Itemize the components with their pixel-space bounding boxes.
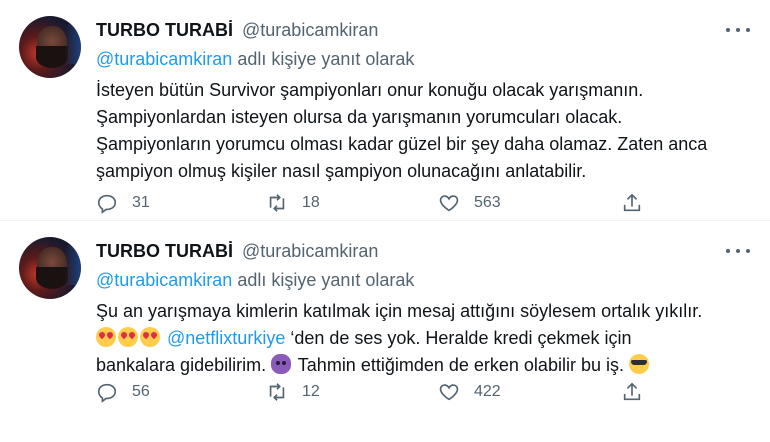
user-handle[interactable]: @turabicamkiran	[242, 20, 378, 40]
retweet-count: 12	[302, 383, 320, 400]
tweet-text-line: @netflixturkiye ‘den de ses yok. Heralde…	[96, 325, 756, 352]
more-dot	[726, 28, 730, 32]
more-dot	[736, 249, 740, 253]
replying-to: @turabicamkiran adlı kişiye yanıt olarak	[96, 47, 414, 71]
tweet-header: TURBO TURABİ @turabicamkiran	[96, 18, 378, 42]
retweet-button[interactable]: 12	[266, 381, 320, 403]
tweet-text-fragment: Tahmin ettiğimden de erken olabilir bu i…	[297, 355, 624, 375]
tweet-text-line: şampiyon olmuş kişiler nasıl şampiyon ol…	[96, 161, 587, 181]
tweet-text-line: İsteyen bütün Survivor şampiyonları onur…	[96, 80, 644, 100]
display-name[interactable]: TURBO TURABİ	[96, 241, 233, 261]
reply-count: 56	[132, 383, 150, 400]
reply-suffix: adlı kişiye yanıt olarak	[237, 270, 415, 290]
tweet-header: TURBO TURABİ @turabicamkiran	[96, 239, 378, 263]
more-dot	[746, 249, 750, 253]
reply-handle-link[interactable]: @turabicamkiran	[96, 49, 232, 69]
tweet-text-line: Şu an yarışmaya kimlerin katılmak için m…	[96, 301, 703, 321]
more-dot	[736, 28, 740, 32]
share-button[interactable]	[621, 192, 643, 214]
replying-to: @turabicamkiran adlı kişiye yanıt olarak	[96, 268, 414, 292]
share-icon	[623, 193, 641, 212]
like-button[interactable]: 422	[438, 381, 501, 403]
share-button[interactable]	[621, 381, 643, 403]
user-handle[interactable]: @turabicamkiran	[242, 241, 378, 261]
retweet-icon	[269, 194, 285, 212]
tweet-text-line: Şampiyonların yorumcu olması kadar güzel…	[96, 134, 708, 154]
reply-suffix: adlı kişiye yanıt olarak	[237, 49, 415, 69]
heart-eyes-emoji-icon	[118, 327, 138, 347]
tweet-actions: 31 18 563	[96, 192, 656, 220]
like-count: 422	[474, 383, 501, 400]
share-icon	[623, 382, 641, 401]
like-icon	[439, 384, 459, 401]
reply-button[interactable]: 31	[96, 192, 150, 214]
mention-link[interactable]: @netflixturkiye	[167, 328, 285, 348]
avatar[interactable]	[19, 237, 81, 299]
like-button[interactable]: 563	[438, 192, 501, 214]
more-icon[interactable]	[726, 241, 750, 261]
tweet-text-line: bankalara gidebilirim. Tahmin ettiğimden…	[96, 352, 756, 379]
more-dot	[726, 249, 730, 253]
heart-eyes-emoji-icon	[96, 327, 116, 347]
reply-button[interactable]: 56	[96, 381, 150, 403]
avatar-glow	[65, 245, 81, 285]
like-icon	[439, 195, 459, 212]
more-dot	[746, 28, 750, 32]
tweet-actions: 56 12 422	[96, 381, 656, 409]
avatar[interactable]	[19, 16, 81, 78]
retweet-icon	[269, 383, 285, 401]
avatar-beard	[36, 267, 68, 289]
reply-handle-link[interactable]: @turabicamkiran	[96, 270, 232, 290]
display-name[interactable]: TURBO TURABİ	[96, 20, 233, 40]
more-icon[interactable]	[726, 20, 750, 40]
tweet-text-line: Şampiyonlardan isteyen olursa da yarışma…	[96, 107, 623, 127]
retweet-button[interactable]: 18	[266, 192, 320, 214]
tweet-text: Şu an yarışmaya kimlerin katılmak için m…	[96, 298, 756, 379]
heart-eyes-emoji-icon	[140, 327, 160, 347]
tweet-text: İsteyen bütün Survivor şampiyonları onur…	[96, 77, 756, 185]
avatar-glow	[65, 24, 81, 64]
tweet-text-fragment: ‘den de ses yok. Heralde kredi çekmek iç…	[290, 328, 632, 348]
tweet-text-fragment: bankalara gidebilirim.	[96, 355, 267, 375]
retweet-count: 18	[302, 194, 320, 211]
tweet[interactable]: TURBO TURABİ @turabicamkiran @turabicamk…	[0, 0, 770, 220]
avatar-beard	[36, 46, 68, 68]
tweet[interactable]: TURBO TURABİ @turabicamkiran @turabicamk…	[0, 220, 770, 441]
reply-icon	[97, 194, 117, 214]
sunglasses-emoji-icon	[628, 354, 649, 374]
devil-emoji-icon	[271, 354, 292, 374]
reply-icon	[97, 383, 117, 403]
like-count: 563	[474, 194, 501, 211]
reply-count: 31	[132, 194, 150, 211]
